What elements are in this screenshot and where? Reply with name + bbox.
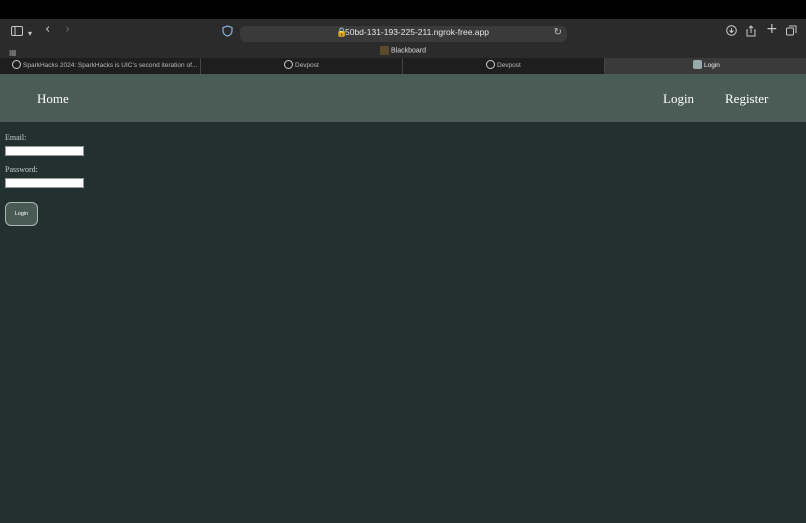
register-link[interactable]: Register xyxy=(725,91,768,107)
grid-icon[interactable]: ▦ xyxy=(9,48,17,57)
login-button[interactable]: Login xyxy=(5,202,38,226)
tab-sparkhacks[interactable]: SparkHacks 2024: SparkHacks is UIC's sec… xyxy=(0,58,201,74)
sidebar-toggle-icon[interactable] xyxy=(11,25,23,39)
tab-devpost-2[interactable]: Devpost xyxy=(403,58,605,74)
devpost-icon xyxy=(486,60,495,69)
tab-bar: SparkHacks 2024: SparkHacks is UIC's sec… xyxy=(0,58,806,74)
site-navbar: Home Login Register xyxy=(0,74,806,122)
tab-label: SparkHacks 2024: SparkHacks is UIC's sec… xyxy=(23,62,198,70)
forward-icon[interactable]: › xyxy=(65,23,70,37)
tab-label: Login xyxy=(704,62,720,70)
share-icon[interactable] xyxy=(746,25,756,40)
download-icon[interactable] xyxy=(726,25,737,39)
password-field[interactable] xyxy=(5,178,84,188)
devpost-icon xyxy=(284,60,293,69)
back-icon[interactable]: ‹ xyxy=(45,23,50,37)
favorite-blackboard[interactable]: Blackboard xyxy=(380,46,426,55)
menu-bar xyxy=(0,0,806,19)
home-link[interactable]: Home xyxy=(37,91,69,107)
email-label: Email: xyxy=(5,133,27,142)
tab-overview-icon[interactable] xyxy=(786,25,797,39)
reload-icon[interactable]: ↻ xyxy=(554,27,562,38)
password-label: Password: xyxy=(5,165,38,174)
tab-devpost-1[interactable]: Devpost xyxy=(201,58,403,74)
email-field[interactable] xyxy=(5,146,84,156)
tab-login[interactable]: Login xyxy=(605,58,806,74)
url-text: 50bd-131-193-225-211.ngrok-free.app xyxy=(345,27,489,37)
tab-label: Devpost xyxy=(295,62,319,70)
shield-icon[interactable] xyxy=(222,25,233,40)
favorites-bar: ▦ Blackboard xyxy=(0,46,806,58)
n-site-icon xyxy=(693,60,702,69)
chevron-down-icon[interactable]: ▾ xyxy=(28,27,32,41)
devpost-icon xyxy=(12,60,21,69)
tab-label: Devpost xyxy=(497,62,521,70)
page-content: Email: Password: Login xyxy=(0,122,806,523)
favorite-label: Blackboard xyxy=(391,47,427,55)
new-tab-icon[interactable]: + xyxy=(766,22,778,36)
blackboard-icon xyxy=(380,46,389,55)
login-link[interactable]: Login xyxy=(663,91,694,107)
address-bar[interactable]: 🔒 50bd-131-193-225-211.ngrok-free.app ↻ xyxy=(240,26,567,42)
